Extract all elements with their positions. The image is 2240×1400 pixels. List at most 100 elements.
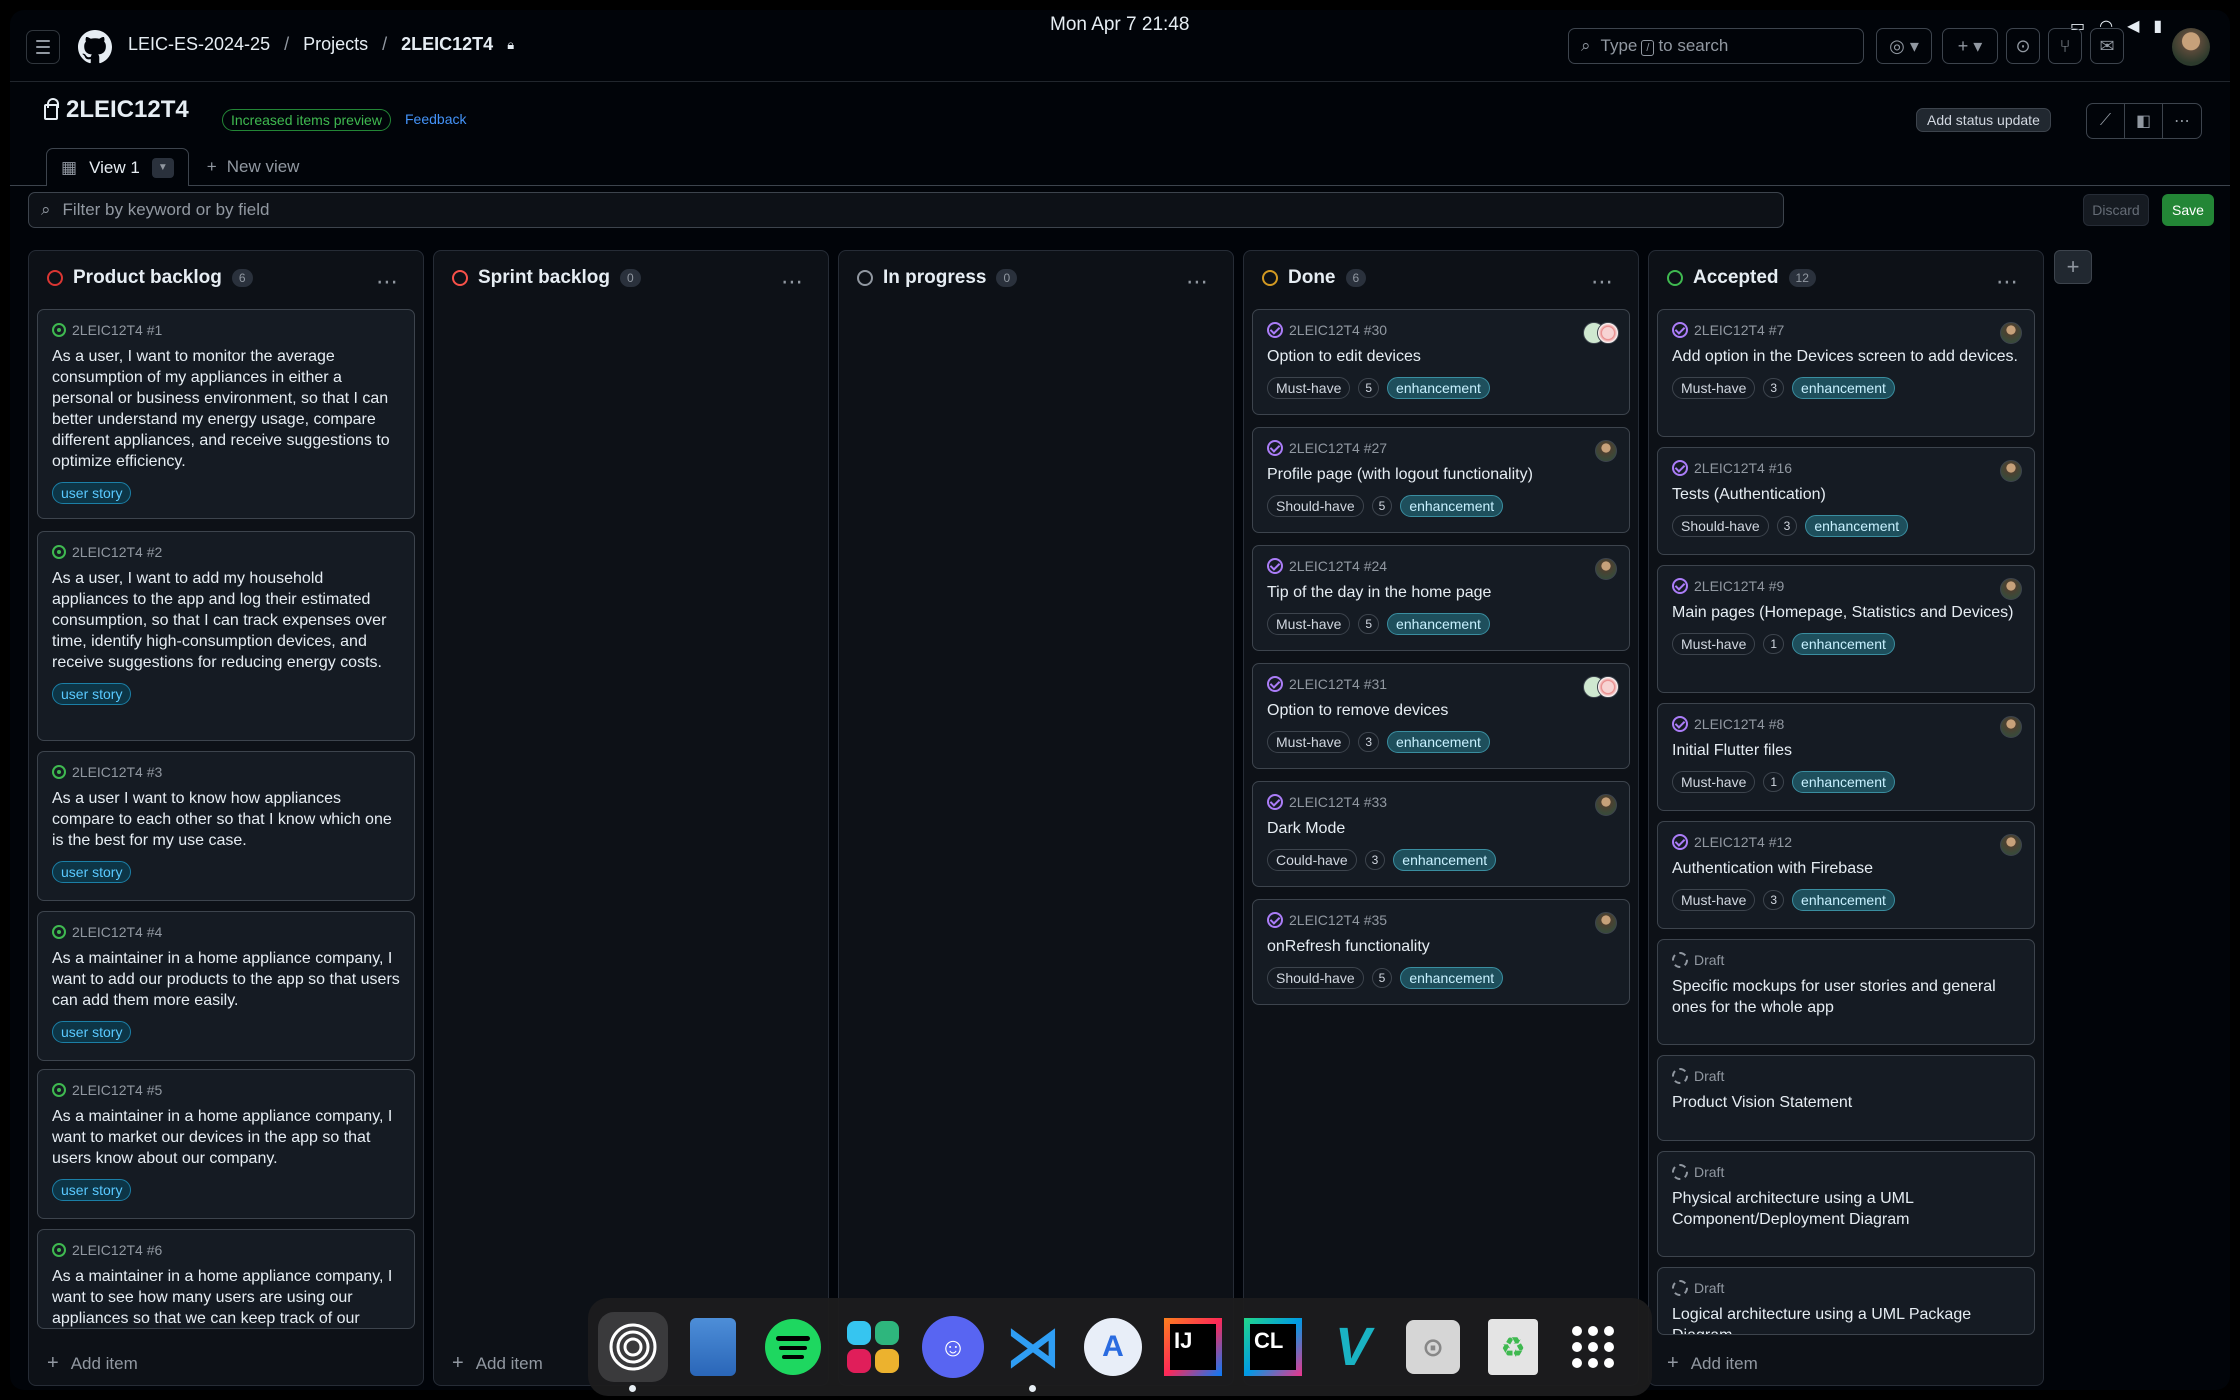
label-enhancement[interactable]: enhancement <box>1387 377 1490 399</box>
card-ref[interactable]: 2LEIC12T4 #12 <box>1694 834 1792 850</box>
column-menu-icon[interactable]: ⋯ <box>1186 269 1209 295</box>
card[interactable]: 2LEIC12T4 #1 As a user, I want to monito… <box>37 309 415 519</box>
card[interactable]: 2LEIC12T4 #2 As a user, I want to add my… <box>37 531 415 741</box>
dock-app-trash[interactable]: ♻ <box>1478 1312 1548 1382</box>
assignee-avatar[interactable] <box>1595 558 1617 580</box>
points-field[interactable]: 3 <box>1364 850 1386 870</box>
card[interactable]: 2LEIC12T4 #4 As a maintainer in a home a… <box>37 911 415 1061</box>
card-title[interactable]: Tests (Authentication) <box>1672 484 2020 505</box>
priority-field[interactable]: Must-have <box>1267 613 1351 635</box>
card[interactable]: Draft Product Vision Statement <box>1657 1055 2035 1141</box>
dock-app-spotify[interactable] <box>758 1312 828 1382</box>
card-title[interactable]: As a maintainer in a home appliance comp… <box>52 948 400 1011</box>
github-logo-icon[interactable] <box>78 30 112 64</box>
card-title[interactable]: Specific mockups for user stories and ge… <box>1672 976 2020 1018</box>
priority-field[interactable]: Should-have <box>1267 495 1364 517</box>
insights-icon[interactable]: ⟋ <box>2087 104 2125 138</box>
priority-field[interactable]: Must-have <box>1672 633 1756 655</box>
priority-field[interactable]: Must-have <box>1672 889 1756 911</box>
card[interactable]: 2LEIC12T4 #8 Initial Flutter files Must-… <box>1657 703 2035 811</box>
card[interactable]: 2LEIC12T4 #6 As a maintainer in a home a… <box>37 1229 415 1329</box>
card-ref[interactable]: 2LEIC12T4 #24 <box>1289 558 1387 574</box>
card-title[interactable]: Logical architecture using a UML Package… <box>1672 1304 2020 1334</box>
label-user-story[interactable]: user story <box>52 1179 132 1201</box>
add-item-button[interactable]: + Add item <box>1667 1352 1758 1375</box>
label-user-story[interactable]: user story <box>52 1021 132 1043</box>
card-ref[interactable]: 2LEIC12T4 #1 <box>72 322 162 338</box>
battery-icon[interactable]: ▮ <box>2153 16 2162 36</box>
add-item-button[interactable]: + Add item <box>452 1352 543 1375</box>
priority-field[interactable]: Should-have <box>1267 967 1364 989</box>
priority-field[interactable]: Must-have <box>1267 377 1351 399</box>
label-user-story[interactable]: user story <box>52 482 132 504</box>
dock-app-discord[interactable]: ☺ <box>918 1312 988 1382</box>
dock-app-app-center[interactable]: A <box>1078 1312 1148 1382</box>
card[interactable]: 2LEIC12T4 #30 Option to edit devices Mus… <box>1252 309 1630 415</box>
card-ref[interactable]: 2LEIC12T4 #6 <box>72 1242 162 1258</box>
card-title[interactable]: Initial Flutter files <box>1672 740 2020 761</box>
card[interactable]: 2LEIC12T4 #12 Authentication with Fireba… <box>1657 821 2035 929</box>
card-title[interactable]: As a user I want to know how appliances … <box>52 788 400 851</box>
card[interactable]: 2LEIC12T4 #35 onRefresh functionality Sh… <box>1252 899 1630 1005</box>
points-field[interactable]: 3 <box>1358 732 1380 752</box>
card-ref[interactable]: 2LEIC12T4 #30 <box>1289 322 1387 338</box>
pull-requests-button[interactable]: ⑂ <box>2048 28 2082 64</box>
assignee-avatar[interactable] <box>1595 440 1617 462</box>
assignee-avatar[interactable] <box>2000 322 2022 344</box>
label-enhancement[interactable]: enhancement <box>1400 495 1504 517</box>
points-field[interactable]: 5 <box>1371 968 1393 988</box>
priority-field[interactable]: Must-have <box>1267 731 1351 753</box>
card-title[interactable]: As a maintainer in a home appliance comp… <box>52 1266 400 1328</box>
assignee-avatar[interactable] <box>2000 460 2022 482</box>
add-status-update-button[interactable]: Add status update <box>1916 108 2051 132</box>
card-title[interactable]: Main pages (Homepage, Statistics and Dev… <box>1672 602 2020 623</box>
breadcrumb-projects[interactable]: Projects <box>303 34 368 55</box>
assignee-avatar[interactable] <box>2000 834 2022 856</box>
card[interactable]: Draft Logical architecture using a UML P… <box>1657 1267 2035 1335</box>
more-options-icon[interactable]: ⋯ <box>2163 104 2201 138</box>
assignee-avatar[interactable] <box>2000 578 2022 600</box>
label-enhancement[interactable]: enhancement <box>1393 849 1497 871</box>
volume-icon[interactable]: ◀ <box>2127 16 2139 36</box>
copilot-button[interactable]: ◎ ▾ <box>1876 28 1932 64</box>
add-item-button[interactable]: + Add item <box>47 1352 138 1375</box>
card-ref[interactable]: 2LEIC12T4 #35 <box>1289 912 1387 928</box>
dock-app-clion[interactable]: CL <box>1238 1312 1308 1382</box>
assignee-avatar[interactable] <box>1597 676 1619 698</box>
card-title[interactable]: onRefresh functionality <box>1267 936 1615 957</box>
panel-icon[interactable]: ◧ <box>2125 104 2163 138</box>
points-field[interactable]: 1 <box>1763 634 1785 654</box>
card-ref[interactable]: 2LEIC12T4 #31 <box>1289 676 1387 692</box>
dock-app-intellij[interactable]: IJ <box>1158 1312 1228 1382</box>
label-enhancement[interactable]: enhancement <box>1805 515 1909 537</box>
card-title[interactable]: Physical architecture using a UML Compon… <box>1672 1188 2020 1230</box>
view-options-chevron-icon[interactable]: ▼ <box>151 157 174 178</box>
feedback-link[interactable]: Feedback <box>405 111 466 127</box>
breadcrumb-org[interactable]: LEIC-ES-2024-25 <box>128 34 270 55</box>
card-ref[interactable]: 2LEIC12T4 #2 <box>72 544 162 560</box>
card-title[interactable]: Add option in the Devices screen to add … <box>1672 346 2020 367</box>
label-user-story[interactable]: user story <box>52 861 132 883</box>
label-enhancement[interactable]: enhancement <box>1792 889 1895 911</box>
priority-field[interactable]: Must-have <box>1672 771 1756 793</box>
card-ref[interactable]: 2LEIC12T4 #4 <box>72 924 162 940</box>
card-ref[interactable]: 2LEIC12T4 #3 <box>72 764 162 780</box>
system-clock[interactable]: Mon Apr 7 21:48 <box>1050 14 1189 36</box>
card-title[interactable]: Authentication with Firebase <box>1672 858 2020 879</box>
priority-field[interactable]: Must-have <box>1672 377 1756 399</box>
points-field[interactable]: 5 <box>1371 496 1393 516</box>
breadcrumb-project[interactable]: 2LEIC12T4 <box>401 34 493 55</box>
search-input[interactable]: ⌕ Type / to search <box>1568 28 1864 64</box>
card-ref[interactable]: 2LEIC12T4 #16 <box>1694 460 1792 476</box>
column-menu-icon[interactable]: ⋯ <box>376 269 399 295</box>
card[interactable]: 2LEIC12T4 #31 Option to remove devices M… <box>1252 663 1630 769</box>
card-title[interactable]: As a user, I want to monitor the average… <box>52 346 400 472</box>
discard-button[interactable]: Discard <box>2083 194 2149 226</box>
label-enhancement[interactable]: enhancement <box>1387 613 1490 635</box>
card-title[interactable]: Dark Mode <box>1267 818 1615 839</box>
label-enhancement[interactable]: enhancement <box>1792 633 1895 655</box>
points-field[interactable]: 3 <box>1763 890 1785 910</box>
points-field[interactable]: 1 <box>1763 772 1785 792</box>
column-menu-icon[interactable]: ⋯ <box>1996 269 2019 295</box>
new-view-button[interactable]: + New view <box>189 148 318 186</box>
